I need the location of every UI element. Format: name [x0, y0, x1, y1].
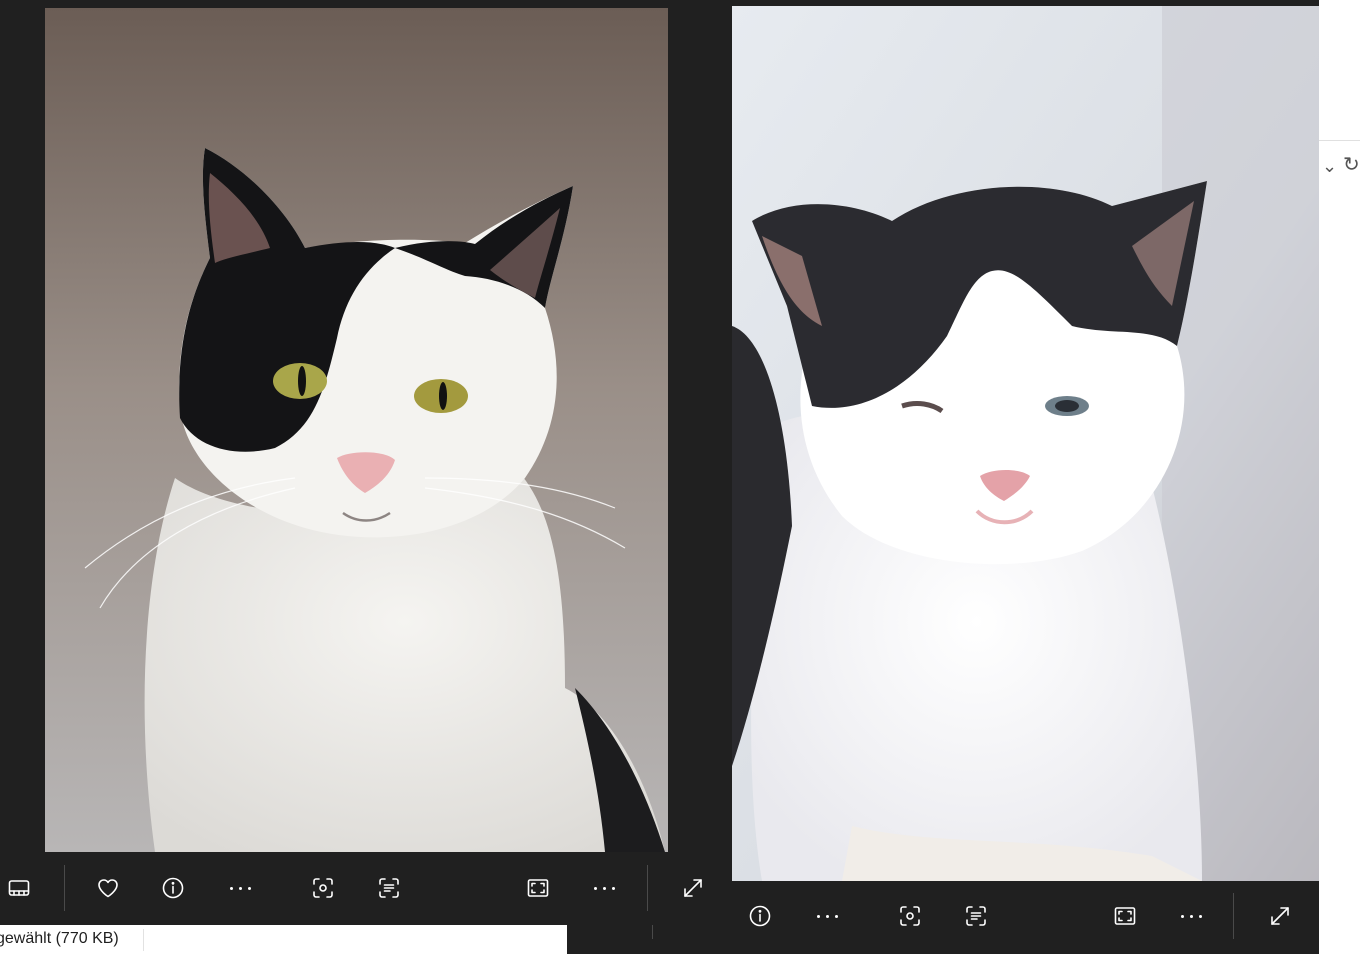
more-dots-icon [816, 914, 838, 918]
info-icon [749, 905, 771, 927]
kitten-photo [732, 6, 1319, 881]
explorer-status-bar: gewählt (770 KB) [0, 925, 567, 954]
visual-search-button[interactable] [299, 864, 347, 912]
selection-status-text: gewählt (770 KB) [0, 930, 119, 947]
favorite-button[interactable] [84, 864, 132, 912]
text-scan-button[interactable] [365, 864, 413, 912]
reload-icon[interactable]: ↻ [1343, 153, 1360, 177]
info-button[interactable] [736, 892, 784, 940]
browser-window-edge: ⌄ ↻ [1319, 0, 1360, 954]
visual-search-button[interactable] [886, 892, 934, 940]
visual-lookup-icon [900, 906, 920, 926]
expand-icon [1271, 907, 1289, 925]
cat-photo [45, 8, 668, 852]
more-dots-icon [229, 886, 251, 890]
visual-lookup-icon [313, 878, 333, 898]
info-icon [162, 877, 184, 899]
status-divider [143, 929, 144, 951]
filmstrip-button[interactable] [0, 864, 43, 912]
expand-icon [684, 879, 702, 897]
fit-to-window-icon [1114, 907, 1136, 925]
more-dots-icon [1180, 914, 1202, 918]
toolbar-separator [647, 865, 648, 911]
more-button-2[interactable] [580, 864, 628, 912]
fit-to-window-button[interactable] [1101, 892, 1149, 940]
fullscreen-button[interactable] [669, 864, 717, 912]
info-button[interactable] [149, 864, 197, 912]
text-scan-icon [966, 906, 986, 926]
toolbar-separator [64, 865, 65, 911]
more-dots-icon [593, 886, 615, 890]
more-button-2[interactable] [1167, 892, 1215, 940]
text-scan-button[interactable] [952, 892, 1000, 940]
fullscreen-button[interactable] [1256, 892, 1304, 940]
filmstrip-icon [8, 880, 30, 896]
viewer-toolbar-front [0, 853, 732, 923]
text-scan-icon [379, 878, 399, 898]
fit-to-window-icon [527, 879, 549, 897]
toolbar-separator [1233, 893, 1234, 939]
more-button[interactable] [216, 864, 264, 912]
divider [1319, 140, 1360, 141]
heart-icon [98, 879, 118, 898]
fit-to-window-button[interactable] [514, 864, 562, 912]
chevron-down-icon[interactable]: ⌄ [1322, 156, 1337, 176]
more-button[interactable] [803, 892, 851, 940]
